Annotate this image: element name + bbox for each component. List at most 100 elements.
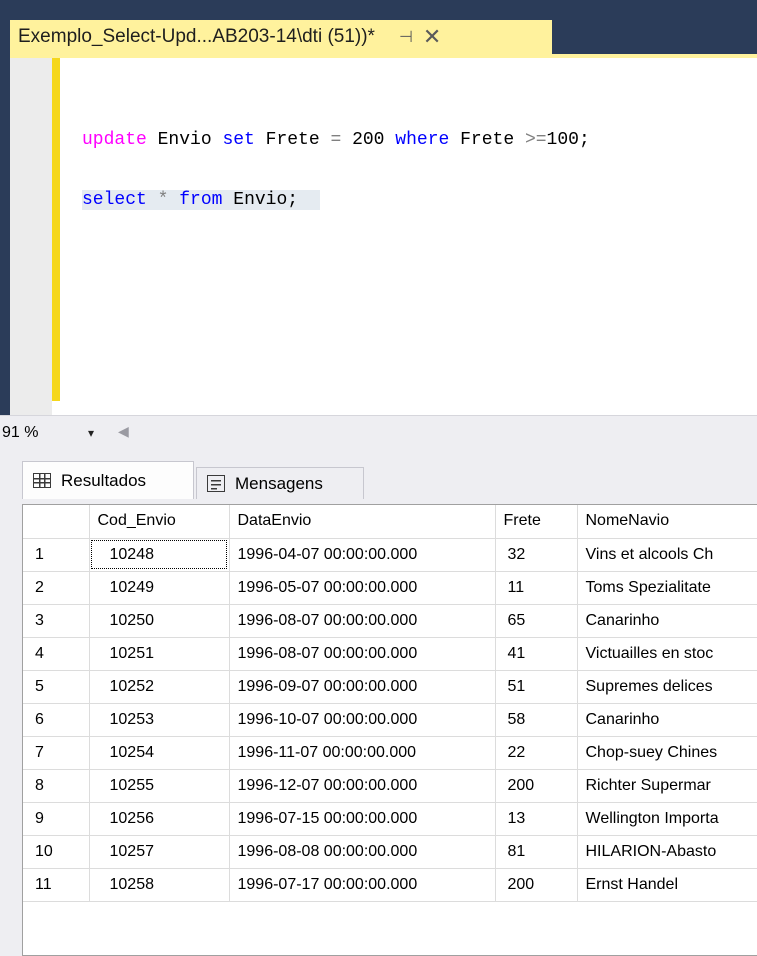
table-row[interactable]: 5 10252 1996-09-07 00:00:00.000 51 Supremes …	[23, 670, 757, 704]
column-header-rownum[interactable]	[23, 505, 90, 539]
query-editor[interactable]	[10, 58, 757, 415]
zoom-level[interactable]: 91 %	[2, 424, 38, 442]
cod-envio-cell[interactable]: 10257	[89, 835, 230, 869]
cod-envio-cell[interactable]: 10251	[89, 637, 230, 671]
cod-envio-cell[interactable]: 10256	[89, 802, 230, 836]
row-number-cell[interactable]: 2	[23, 571, 90, 605]
frete-cell[interactable]: 200	[495, 769, 578, 803]
tab-query-document[interactable]: Exemplo_Select-Upd...AB203-14\dti (51))*…	[10, 20, 552, 54]
frete-cell[interactable]: 65	[495, 604, 578, 638]
table-row[interactable]: 4 10251 1996-08-07 00:00:00.000 41 Victuaill…	[23, 637, 757, 671]
frete-cell[interactable]: 32	[495, 538, 578, 572]
row-number-cell[interactable]: 4	[23, 637, 90, 671]
data-envio-cell[interactable]: 1996-09-07 00:00:00.000	[229, 670, 496, 704]
nome-navio-cell[interactable]: Vins et alcools Ch	[577, 538, 757, 572]
data-envio-cell[interactable]: 1996-08-07 00:00:00.000	[229, 637, 496, 671]
row-number-cell[interactable]: 9	[23, 802, 90, 836]
table-row[interactable]: 10 10257 1996-08-08 00:00:00.000 81 HILARION…	[23, 835, 757, 869]
code-line-select[interactable]: select * from Envio;	[82, 190, 321, 210]
code-text: Frete	[254, 130, 331, 150]
nome-navio-cell[interactable]: HILARION-Abasto	[577, 835, 757, 869]
cod-envio-cell[interactable]: 10249	[89, 571, 230, 605]
row-number-cell[interactable]: 7	[23, 736, 90, 770]
results-grid[interactable]: Cod_Envio DataEnvio Frete NomeNavio 1 102…	[22, 504, 757, 956]
nome-navio-cell[interactable]: Canarinho	[577, 703, 757, 737]
pin-icon[interactable]: ⊣	[399, 27, 413, 47]
data-envio-cell[interactable]: 1996-10-07 00:00:00.000	[229, 703, 496, 737]
nome-navio-cell[interactable]: Toms Spezialitate	[577, 571, 757, 605]
cod-envio-cell[interactable]: 10255	[89, 769, 230, 803]
nome-navio-cell[interactable]: Victuailles en stoc	[577, 637, 757, 671]
nome-navio-cell[interactable]: Ernst Handel	[577, 868, 757, 902]
table-row[interactable]: 1 10248 1996-04-07 00:00:00.000 32 Vins et a…	[23, 538, 757, 572]
table-row[interactable]: 3 10250 1996-08-07 00:00:00.000 65 Canarinho	[23, 604, 757, 638]
data-envio-cell[interactable]: 1996-11-07 00:00:00.000	[229, 736, 496, 770]
data-envio-cell[interactable]: 1996-07-17 00:00:00.000	[229, 868, 496, 902]
tab-title: Exemplo_Select-Upd...AB203-14\dti (51))*	[18, 26, 375, 47]
column-header-nome-navio[interactable]: NomeNavio	[577, 505, 757, 539]
table-row[interactable]: 7 10254 1996-11-07 00:00:00.000 22 Chop-suey…	[23, 736, 757, 770]
header-row: Cod_Envio DataEnvio Frete NomeNavio	[23, 505, 757, 539]
data-envio-cell[interactable]: 1996-07-15 00:00:00.000	[229, 802, 496, 836]
keyword-set: set	[222, 130, 255, 150]
cod-envio-cell[interactable]: 10248	[89, 538, 230, 572]
frete-cell[interactable]: 22	[495, 736, 578, 770]
row-number-cell[interactable]: 11	[23, 868, 90, 902]
table-row[interactable]: 6 10253 1996-10-07 00:00:00.000 58 Canarinho	[23, 703, 757, 737]
row-number-cell[interactable]: 3	[23, 604, 90, 638]
code-line-update[interactable]: update Envio set Frete = 200 where Frete…	[82, 130, 590, 150]
keyword-from: from	[179, 190, 223, 210]
nome-navio-cell[interactable]: Chop-suey Chines	[577, 736, 757, 770]
frete-cell[interactable]: 81	[495, 835, 578, 869]
row-number-cell[interactable]: 5	[23, 670, 90, 704]
data-envio-cell[interactable]: 1996-08-08 00:00:00.000	[229, 835, 496, 869]
cod-envio-cell[interactable]: 10253	[89, 703, 230, 737]
operator-star: *	[157, 190, 169, 210]
data-envio-cell[interactable]: 1996-05-07 00:00:00.000	[229, 571, 496, 605]
table-row[interactable]: 11 10258 1996-07-17 00:00:00.000 200 Ernst H…	[23, 868, 757, 902]
frete-cell[interactable]: 200	[495, 868, 578, 902]
column-header-data-envio[interactable]: DataEnvio	[229, 505, 496, 539]
row-number-cell[interactable]: 1	[23, 538, 90, 572]
cod-envio-cell[interactable]: 10254	[89, 736, 230, 770]
tab-results-label: Resultados	[61, 470, 147, 490]
nome-navio-cell[interactable]: Supremes delices	[577, 670, 757, 704]
row-number-cell[interactable]: 6	[23, 703, 90, 737]
chevron-down-icon[interactable]: ▾	[88, 426, 94, 440]
nome-navio-cell[interactable]: Canarinho	[577, 604, 757, 638]
tab-messages[interactable]: Mensagens	[196, 467, 364, 499]
data-envio-cell[interactable]: 1996-04-07 00:00:00.000	[229, 538, 496, 572]
nome-navio-cell[interactable]: Richter Supermar	[577, 769, 757, 803]
close-icon[interactable]: ✕	[423, 26, 441, 48]
row-number-cell[interactable]: 10	[23, 835, 90, 869]
table-row[interactable]: 9 10256 1996-07-15 00:00:00.000 13 Wellingto…	[23, 802, 757, 836]
tab-results[interactable]: Resultados	[22, 461, 194, 499]
cod-envio-cell[interactable]: 10252	[89, 670, 230, 704]
code-text: Envio	[146, 130, 223, 150]
column-header-cod-envio[interactable]: Cod_Envio	[89, 505, 230, 539]
row-number-cell[interactable]: 8	[23, 769, 90, 803]
keyword-update: update	[82, 130, 147, 150]
table-row[interactable]: 8 10255 1996-12-07 00:00:00.000 200 Richter …	[23, 769, 757, 803]
frete-cell[interactable]: 13	[495, 802, 578, 836]
data-envio-cell[interactable]: 1996-08-07 00:00:00.000	[229, 604, 496, 638]
editor-frame: update Envio set Frete = 200 where Frete…	[0, 58, 757, 415]
frete-cell[interactable]: 51	[495, 670, 578, 704]
code-text: 200	[341, 130, 396, 150]
cod-envio-cell[interactable]: 10250	[89, 604, 230, 638]
table-row[interactable]: 2 10249 1996-05-07 00:00:00.000 11 Toms Spez…	[23, 571, 757, 605]
keyword-where: where	[395, 130, 450, 150]
data-envio-cell[interactable]: 1996-12-07 00:00:00.000	[229, 769, 496, 803]
frete-cell[interactable]: 11	[495, 571, 578, 605]
operator-equals: =	[330, 130, 342, 150]
cod-envio-cell[interactable]: 10258	[89, 868, 230, 902]
nome-navio-cell[interactable]: Wellington Importa	[577, 802, 757, 836]
frete-cell[interactable]: 41	[495, 637, 578, 671]
change-tracking-bar	[52, 58, 60, 401]
column-header-frete[interactable]: Frete	[495, 505, 578, 539]
scroll-left-icon[interactable]: ◀	[118, 423, 129, 440]
frete-cell[interactable]: 58	[495, 703, 578, 737]
operator-gte: >=	[524, 130, 547, 150]
document-tab-bar: Exemplo_Select-Upd...AB203-14\dti (51))*…	[0, 20, 757, 54]
